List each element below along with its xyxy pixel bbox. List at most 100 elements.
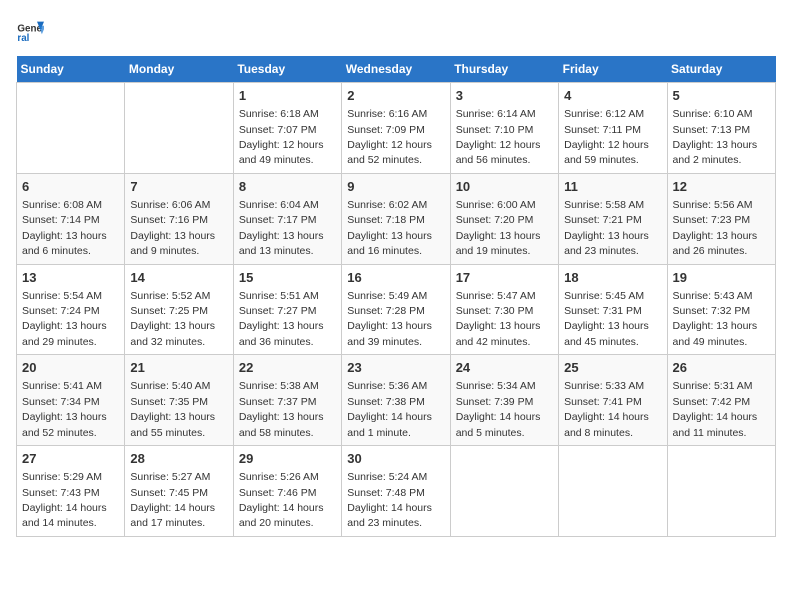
calendar-cell: 1 Sunrise: 6:18 AM Sunset: 7:07 PM Daylig… <box>233 83 341 174</box>
day-info: Sunrise: 5:40 AM Sunset: 7:35 PM Dayligh… <box>130 380 215 438</box>
day-info: Sunrise: 5:47 AM Sunset: 7:30 PM Dayligh… <box>456 290 541 348</box>
day-number: 28 <box>130 450 227 468</box>
day-number: 25 <box>564 359 661 377</box>
day-info: Sunrise: 6:04 AM Sunset: 7:17 PM Dayligh… <box>239 199 324 257</box>
day-number: 8 <box>239 178 336 196</box>
calendar-cell: 4 Sunrise: 6:12 AM Sunset: 7:11 PM Daylig… <box>559 83 667 174</box>
page-header: Gene ral <box>16 16 776 44</box>
header-day-thursday: Thursday <box>450 56 558 83</box>
day-number: 22 <box>239 359 336 377</box>
calendar-week-3: 20Sunrise: 5:41 AM Sunset: 7:34 PM Dayli… <box>17 355 776 446</box>
day-info: Sunrise: 5:51 AM Sunset: 7:27 PM Dayligh… <box>239 290 324 348</box>
day-number: 21 <box>130 359 227 377</box>
day-info: Sunrise: 6:16 AM Sunset: 7:09 PM Dayligh… <box>347 108 432 166</box>
day-number: 1 <box>239 87 336 105</box>
day-info: Sunrise: 6:14 AM Sunset: 7:10 PM Dayligh… <box>456 108 541 166</box>
calendar-cell: 13 Sunrise: 5:54 AM Sunset: 7:24 PM Dayli… <box>17 264 125 355</box>
calendar-cell: 8 Sunrise: 6:04 AM Sunset: 7:17 PM Daylig… <box>233 173 341 264</box>
day-info: Sunrise: 5:56 AM Sunset: 7:23 PM Dayligh… <box>673 199 758 257</box>
calendar-cell: 14 Sunrise: 5:52 AM Sunset: 7:25 PM Dayli… <box>125 264 233 355</box>
day-number: 7 <box>130 178 227 196</box>
calendar-cell: 27Sunrise: 5:29 AM Sunset: 7:43 PM Dayli… <box>17 446 125 537</box>
day-number: 10 <box>456 178 553 196</box>
calendar-cell: 30 Sunrise: 5:24 AM Sunset: 7:48 PM Dayli… <box>342 446 450 537</box>
day-number: 2 <box>347 87 444 105</box>
header-day-monday: Monday <box>125 56 233 83</box>
calendar-week-4: 27Sunrise: 5:29 AM Sunset: 7:43 PM Dayli… <box>17 446 776 537</box>
day-info: Sunrise: 5:52 AM Sunset: 7:25 PM Dayligh… <box>130 290 215 348</box>
header-day-sunday: Sunday <box>17 56 125 83</box>
calendar-cell: 6 Sunrise: 6:08 AM Sunset: 7:14 PM Daylig… <box>17 173 125 264</box>
day-number: 18 <box>564 269 661 287</box>
calendar-cell: 25 Sunrise: 5:33 AM Sunset: 7:41 PM Dayli… <box>559 355 667 446</box>
day-info: Sunrise: 5:43 AM Sunset: 7:32 PM Dayligh… <box>673 290 758 348</box>
logo-icon: Gene ral <box>16 16 44 44</box>
calendar-cell: 2 Sunrise: 6:16 AM Sunset: 7:09 PM Daylig… <box>342 83 450 174</box>
header-day-tuesday: Tuesday <box>233 56 341 83</box>
day-number: 15 <box>239 269 336 287</box>
calendar-cell: 20Sunrise: 5:41 AM Sunset: 7:34 PM Dayli… <box>17 355 125 446</box>
calendar-header: SundayMondayTuesdayWednesdayThursdayFrid… <box>17 56 776 83</box>
day-number: 20 <box>22 359 119 377</box>
day-number: 6 <box>22 178 119 196</box>
header-day-saturday: Saturday <box>667 56 775 83</box>
calendar-cell <box>17 83 125 174</box>
day-info: Sunrise: 5:54 AM Sunset: 7:24 PM Dayligh… <box>22 290 107 348</box>
day-number: 14 <box>130 269 227 287</box>
calendar-cell <box>559 446 667 537</box>
day-info: Sunrise: 5:29 AM Sunset: 7:43 PM Dayligh… <box>22 471 107 529</box>
calendar-cell <box>667 446 775 537</box>
day-info: Sunrise: 5:49 AM Sunset: 7:28 PM Dayligh… <box>347 290 432 348</box>
day-number: 26 <box>673 359 770 377</box>
day-number: 19 <box>673 269 770 287</box>
day-number: 29 <box>239 450 336 468</box>
calendar-cell <box>450 446 558 537</box>
calendar-cell: 7 Sunrise: 6:06 AM Sunset: 7:16 PM Daylig… <box>125 173 233 264</box>
day-number: 30 <box>347 450 444 468</box>
calendar-week-2: 13 Sunrise: 5:54 AM Sunset: 7:24 PM Dayli… <box>17 264 776 355</box>
day-number: 3 <box>456 87 553 105</box>
day-info: Sunrise: 6:18 AM Sunset: 7:07 PM Dayligh… <box>239 108 324 166</box>
day-number: 13 <box>22 269 119 287</box>
calendar-cell: 22 Sunrise: 5:38 AM Sunset: 7:37 PM Dayli… <box>233 355 341 446</box>
calendar-cell: 24Sunrise: 5:34 AM Sunset: 7:39 PM Dayli… <box>450 355 558 446</box>
day-info: Sunrise: 5:58 AM Sunset: 7:21 PM Dayligh… <box>564 199 649 257</box>
day-info: Sunrise: 6:00 AM Sunset: 7:20 PM Dayligh… <box>456 199 541 257</box>
day-info: Sunrise: 5:38 AM Sunset: 7:37 PM Dayligh… <box>239 380 324 438</box>
calendar-cell: 16 Sunrise: 5:49 AM Sunset: 7:28 PM Dayli… <box>342 264 450 355</box>
day-number: 23 <box>347 359 444 377</box>
calendar-body: 1 Sunrise: 6:18 AM Sunset: 7:07 PM Daylig… <box>17 83 776 537</box>
calendar-cell: 5 Sunrise: 6:10 AM Sunset: 7:13 PM Daylig… <box>667 83 775 174</box>
calendar-cell: 10 Sunrise: 6:00 AM Sunset: 7:20 PM Dayli… <box>450 173 558 264</box>
day-info: Sunrise: 5:33 AM Sunset: 7:41 PM Dayligh… <box>564 380 649 438</box>
calendar-cell: 26Sunrise: 5:31 AM Sunset: 7:42 PM Dayli… <box>667 355 775 446</box>
day-number: 11 <box>564 178 661 196</box>
day-info: Sunrise: 6:10 AM Sunset: 7:13 PM Dayligh… <box>673 108 758 166</box>
day-number: 9 <box>347 178 444 196</box>
calendar-cell: 12Sunrise: 5:56 AM Sunset: 7:23 PM Dayli… <box>667 173 775 264</box>
day-info: Sunrise: 5:24 AM Sunset: 7:48 PM Dayligh… <box>347 471 432 529</box>
day-info: Sunrise: 6:08 AM Sunset: 7:14 PM Dayligh… <box>22 199 107 257</box>
day-info: Sunrise: 5:45 AM Sunset: 7:31 PM Dayligh… <box>564 290 649 348</box>
day-info: Sunrise: 5:36 AM Sunset: 7:38 PM Dayligh… <box>347 380 432 438</box>
header-day-friday: Friday <box>559 56 667 83</box>
calendar-cell: 18 Sunrise: 5:45 AM Sunset: 7:31 PM Dayli… <box>559 264 667 355</box>
calendar-cell: 17Sunrise: 5:47 AM Sunset: 7:30 PM Dayli… <box>450 264 558 355</box>
calendar-cell <box>125 83 233 174</box>
day-info: Sunrise: 5:27 AM Sunset: 7:45 PM Dayligh… <box>130 471 215 529</box>
logo: Gene ral <box>16 16 48 44</box>
calendar-cell: 9 Sunrise: 6:02 AM Sunset: 7:18 PM Daylig… <box>342 173 450 264</box>
calendar-week-0: 1 Sunrise: 6:18 AM Sunset: 7:07 PM Daylig… <box>17 83 776 174</box>
day-number: 16 <box>347 269 444 287</box>
day-number: 5 <box>673 87 770 105</box>
svg-text:ral: ral <box>17 33 29 44</box>
calendar-cell: 11 Sunrise: 5:58 AM Sunset: 7:21 PM Dayli… <box>559 173 667 264</box>
header-row: SundayMondayTuesdayWednesdayThursdayFrid… <box>17 56 776 83</box>
calendar-cell: 15 Sunrise: 5:51 AM Sunset: 7:27 PM Dayli… <box>233 264 341 355</box>
day-info: Sunrise: 6:12 AM Sunset: 7:11 PM Dayligh… <box>564 108 649 166</box>
calendar-cell: 28 Sunrise: 5:27 AM Sunset: 7:45 PM Dayli… <box>125 446 233 537</box>
day-info: Sunrise: 6:06 AM Sunset: 7:16 PM Dayligh… <box>130 199 215 257</box>
day-number: 4 <box>564 87 661 105</box>
day-info: Sunrise: 6:02 AM Sunset: 7:18 PM Dayligh… <box>347 199 432 257</box>
day-info: Sunrise: 5:34 AM Sunset: 7:39 PM Dayligh… <box>456 380 541 438</box>
